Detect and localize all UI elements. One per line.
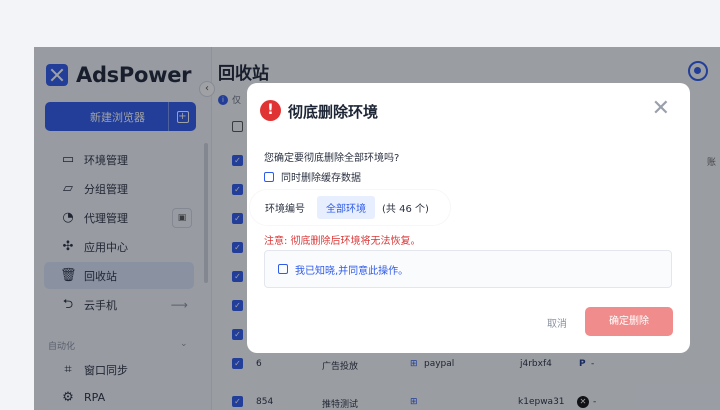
dialog-question: 您确定要彻底删除全部环境吗? bbox=[264, 153, 400, 164]
delete-environment-dialog: ! 彻底删除环境 ✕ 您确定要彻底删除全部环境吗? 同时删除缓存数据 环境编号 … bbox=[247, 83, 690, 353]
env-label: 环境编号 bbox=[265, 204, 305, 215]
agree-label: 我已知晓,并同意此操作。 bbox=[295, 265, 409, 277]
agree-checkbox[interactable] bbox=[278, 264, 288, 274]
delete-warning-note: 注意: 彻底删除后环境将无法恢复。 bbox=[264, 236, 421, 247]
warning-icon: ! bbox=[260, 100, 281, 121]
clear-cache-option[interactable]: 同时删除缓存数据 bbox=[264, 169, 361, 184]
environment-summary: 环境编号 全部环境 (共 46 个) bbox=[250, 190, 450, 225]
clear-cache-checkbox[interactable] bbox=[264, 171, 274, 182]
close-icon[interactable]: ✕ bbox=[652, 97, 670, 121]
clear-cache-label: 同时删除缓存数据 bbox=[281, 173, 361, 184]
env-count: (共 46 个) bbox=[382, 204, 429, 215]
agree-option[interactable]: 我已知晓,并同意此操作。 bbox=[264, 250, 672, 288]
cancel-button[interactable]: 取消 bbox=[547, 315, 567, 330]
dialog-title: 彻底删除环境 bbox=[288, 103, 379, 121]
confirm-delete-button[interactable]: 确定删除 bbox=[585, 307, 673, 336]
env-tag: 全部环境 bbox=[317, 196, 375, 219]
